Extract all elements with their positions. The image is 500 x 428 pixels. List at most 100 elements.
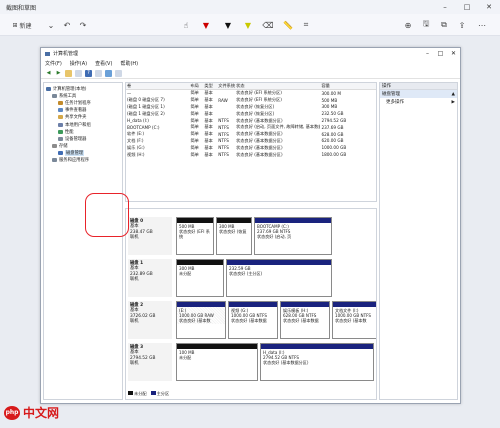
show-tree-icon[interactable] [75, 69, 82, 77]
tree-item[interactable]: 本地用户和组 [44, 121, 122, 128]
tree-item[interactable]: 系统工具 [44, 92, 122, 99]
disk-status: 联机 [130, 319, 139, 325]
close-icon[interactable]: ✕ [478, 0, 500, 14]
eraser-icon[interactable]: ⌫ [262, 19, 274, 31]
col-volume[interactable]: 卷 [126, 83, 189, 89]
partition[interactable]: 232.59 GB 状态良好 (主分区) [226, 259, 332, 297]
tree-item[interactable]: 共享文件夹 [44, 114, 122, 121]
redo-icon[interactable]: ↷ [78, 19, 88, 31]
crop-icon[interactable]: ⌗ [300, 19, 312, 31]
save-icon[interactable]: 🖫 [420, 19, 432, 31]
col-type[interactable]: 类型 [203, 83, 217, 89]
volume-cell: RAW [218, 97, 228, 103]
partition[interactable]: H_data (I:) 2794.52 GB NTFS 状态良好 (基本数据分区) [260, 343, 374, 381]
menu-action[interactable]: 操作(A) [70, 60, 87, 67]
volume-row[interactable]: H_data (I:) 简单 基本 NTFS 状态良好 (基本数据分区) 2794.52 … [126, 117, 376, 124]
volume-row[interactable]: BOOTCAMP (C:) 简单 基本 NTFS 状态良好 (启动, 页面文件, 故障转… [126, 124, 376, 131]
tree-item-label: 计算机管理(本地) [53, 86, 87, 92]
tree-node-icon [52, 158, 57, 163]
actions-disk-management[interactable]: 磁盘管理 ▲ [380, 90, 457, 98]
volume-row[interactable]: — 简单 基本 状态良好 (EFI 系统分区) 300.00 M [126, 90, 376, 97]
delay-dropdown-icon[interactable]: ⌄ [46, 19, 56, 31]
disk-row: 磁盘 0 基本 238.47 GB 联机 500 MB 状态良好 (EFI 系统 300 M… [126, 217, 376, 255]
ruler-icon[interactable]: 📏 [282, 19, 294, 31]
partition[interactable]: BOOTCAMP (C:) 237.69 GB NTFS 状态良好 (启动, 页 [254, 217, 332, 255]
tree-item[interactable]: 服务和应用程序 [44, 157, 122, 164]
share-icon[interactable]: ⇪ [456, 19, 468, 31]
tree-item-label: 存储 [59, 144, 68, 150]
black-pen-icon[interactable]: ▼ [222, 19, 234, 31]
partition-line: 状态良好 (启动, 页 [257, 234, 292, 239]
undo-icon[interactable]: ↶ [62, 19, 72, 31]
refresh-icon[interactable] [105, 69, 112, 77]
highlighter-icon[interactable]: ▼ [242, 19, 254, 31]
volume-row[interactable]: 娱乐 (G:) 简单 基本 NTFS 状态良好 (基本数据分区) 1000.00 GB [126, 144, 376, 151]
partition[interactable]: 300 MB 状态良好 (恢复 [216, 217, 252, 255]
partition[interactable]: 娱乐模板 (H:) 628.00 GB NTFS 状态良好 (基本数据 [280, 301, 330, 339]
disk-info[interactable]: 磁盘 1 基本 232.89 GB 联机 [128, 259, 172, 297]
volume-cell: 300 MB [321, 104, 338, 110]
volume-row[interactable]: (磁盘 0 磁盘分区 7) 简单 基本 RAW 状态良好 (EFI 系统分区) 500 M… [126, 97, 376, 104]
disk-info[interactable]: 磁盘 2 基本 3726.02 GB 联机 [128, 301, 172, 339]
disk-info[interactable]: 磁盘 0 基本 238.47 GB 联机 [128, 217, 172, 255]
col-capacity[interactable]: 容量 [320, 83, 376, 89]
zoom-icon[interactable]: ⊕ [402, 19, 414, 31]
partition-line: 未分配 [179, 271, 192, 276]
properties-icon[interactable] [95, 69, 102, 77]
copy-icon[interactable]: ⧉ [438, 19, 450, 31]
tree-item[interactable]: 存储 [44, 143, 122, 150]
red-pen-icon[interactable]: ▼ [200, 19, 212, 31]
tree-node-icon [46, 86, 51, 91]
col-layout[interactable]: 布局 [189, 83, 203, 89]
export-icon[interactable] [115, 69, 122, 77]
more-icon[interactable]: ⋯ [476, 19, 488, 31]
menu-view[interactable]: 查看(V) [95, 60, 112, 67]
cm-maximize-icon[interactable]: □ [434, 48, 447, 59]
volume-cell: 基本 [204, 103, 213, 109]
help-icon[interactable]: ? [85, 69, 92, 77]
volume-cell: 状态良好 (基本数据分区) [236, 131, 283, 137]
tree-item[interactable]: 磁盘管理 [44, 150, 122, 157]
volume-row[interactable]: 软件 (E:) 简单 基本 NTFS 状态良好 (基本数据分区) 628.00 GB [126, 131, 376, 138]
volume-cell: 状态良好 (恢复分区) [236, 103, 275, 109]
tree-item[interactable]: 设备管理器 [44, 135, 122, 142]
forward-icon[interactable]: ▶ [55, 70, 62, 77]
back-icon[interactable]: ◀ [45, 70, 52, 77]
disk-info[interactable]: 磁盘 3 基本 2794.52 GB 联机 [128, 343, 172, 381]
touch-write-icon[interactable]: ☝ [180, 19, 192, 31]
partition[interactable]: 500 MB 状态良好 (EFI 系统 [176, 217, 214, 255]
volume-cell: NTFS [218, 131, 229, 137]
computer-icon [45, 51, 50, 56]
partition[interactable]: 文档文件 (I:) 1000.00 GB NTFS 状态良好 (基本数 [332, 301, 376, 339]
menu-file[interactable]: 文件(F) [45, 60, 62, 67]
volume-row[interactable]: 文档 (F:) 简单 基本 NTFS 状态良好 (基本数据分区) 620.00 GB [126, 138, 376, 145]
menu-help[interactable]: 帮助(H) [120, 60, 138, 67]
volume-row[interactable]: 视频 (H:) 简单 基本 NTFS 状态良好 (基本数据分区) 1800.00 GB [126, 151, 376, 158]
snip-toolbar: ⊞ 新建 ⌄ ↶ ↷ ☝ ▼ ▼ ▼ ⌫ 📏 ⌗ ⊕ 🖫 ⧉ ⇪ ⋯ [0, 14, 500, 36]
partition[interactable]: 视频 (G:) 1000.00 GB NTFS 状态良好 (基本数据 [228, 301, 278, 339]
partition[interactable]: 300 MB 未分配 [176, 259, 224, 297]
col-filesystem[interactable]: 文件系统 [217, 83, 235, 89]
tree-item[interactable]: 性能 [44, 128, 122, 135]
partition-line: 状态良好 (基本数据 [231, 318, 267, 323]
volume-row[interactable]: (磁盘 1 磁盘分区 1) 简单 基本 状态良好 (恢复分区) 300 MB [126, 104, 376, 111]
partition[interactable]: 100 MB 未分配 [176, 343, 258, 381]
actions-more[interactable]: 更多操作 ▶ [380, 98, 457, 106]
new-snip-button[interactable]: ⊞ 新建 [6, 19, 38, 31]
volume-cell: 基本 [204, 137, 213, 143]
volume-cell: 500 MB [321, 97, 338, 103]
disk-status: 联机 [130, 361, 139, 367]
tree-item[interactable]: 事件查看器 [44, 107, 122, 114]
cm-close-icon[interactable]: ✕ [447, 48, 460, 59]
col-status[interactable]: 状态 [235, 83, 320, 89]
tree-item[interactable]: 计算机管理(本地) [44, 85, 122, 92]
partition[interactable]: (E:) 1000.00 GB RAW 状态良好 (基本数 [176, 301, 226, 339]
minimize-icon[interactable]: – [434, 0, 456, 14]
cm-minimize-icon[interactable]: – [421, 48, 434, 59]
volume-row[interactable]: (磁盘 1 磁盘分区 2) 简单 基本 状态良好 (恢复分区) 232.50 GB [126, 110, 376, 117]
tree-item[interactable]: 任务计划程序 [44, 99, 122, 106]
partition-text: BOOTCAMP (C:) 237.69 GB NTFS 状态良好 (启动, 页 [255, 223, 331, 240]
up-folder-icon[interactable] [65, 69, 72, 77]
volume-cell: H_data (I:) [127, 118, 149, 124]
maximize-icon[interactable]: □ [456, 0, 478, 14]
